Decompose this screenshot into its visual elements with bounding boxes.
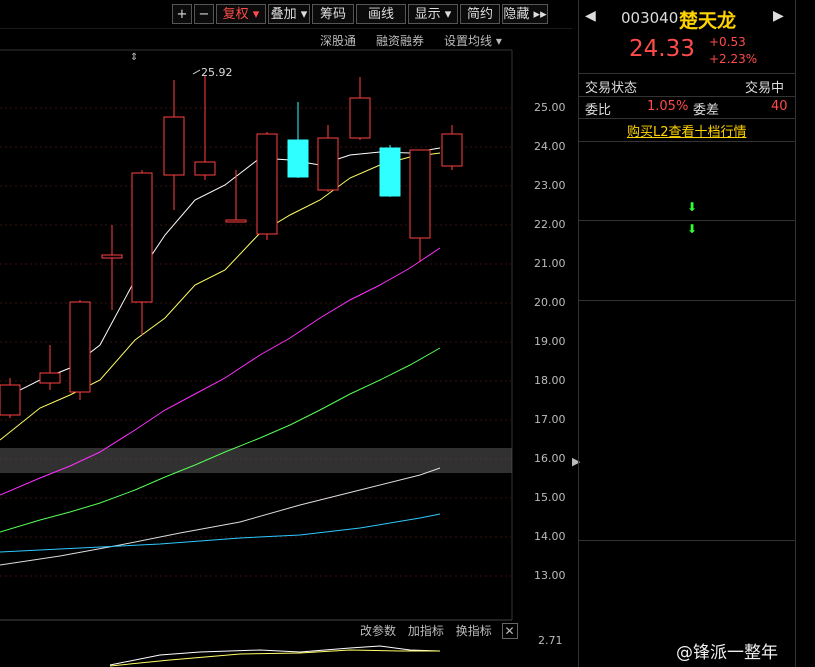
add-indicator-button[interactable]: 加指标 [408, 624, 444, 638]
weibi-label: 委比 [585, 103, 612, 118]
candle [349, 97, 371, 139]
weicha-value: 40 [771, 99, 788, 114]
price-tick-label: 23.00 [534, 179, 566, 192]
hide-panel-button[interactable]: 隐藏 ▸▸ [502, 4, 548, 24]
candle [194, 161, 216, 176]
svg-text:⇕: ⇕ [130, 52, 138, 63]
trade-status-label: 交易状态 [585, 81, 638, 96]
change-indicator-button[interactable]: 换指标 [456, 624, 492, 638]
weibi-value: 1.05% [647, 99, 689, 114]
price-tick-label: 18.00 [534, 374, 566, 387]
price-tick-label: 22.00 [534, 218, 566, 231]
ma120-line [0, 513, 441, 553]
overlay-dropdown[interactable]: 叠加 ▾ [268, 4, 310, 24]
draw-line-button[interactable]: 画线 [356, 4, 406, 24]
candle [256, 133, 278, 235]
stock-code: 003040 [621, 9, 679, 27]
price-tick-label: 17.00 [534, 413, 566, 426]
indicator-axis-label: 2.71 [538, 634, 563, 647]
candle [101, 254, 123, 259]
down-arrow-icon: ⬇ [687, 200, 698, 214]
ma30-line [0, 347, 441, 533]
shengutong-link[interactable]: 深股通 [320, 32, 356, 49]
simple-mode-button[interactable]: 简约 [460, 4, 500, 24]
buy-l2-link[interactable]: 购买L2查看十档行情 [627, 121, 747, 140]
zoom-out-button[interactable]: − [194, 4, 214, 24]
candle [409, 149, 431, 239]
price-tick-label: 25.00 [534, 101, 566, 114]
price-tick-label: 21.00 [534, 257, 566, 270]
price-tick-label: 24.00 [534, 140, 566, 153]
indicator-line [109, 645, 441, 666]
last-price: 24.33 [629, 36, 695, 62]
chart-toolbar: + − 复权 ▾ 叠加 ▾ 筹码 画线 显示 ▾ 简约 隐藏 ▸▸ [0, 0, 572, 28]
candle [69, 301, 91, 393]
price-change-pct: +2.23% [709, 52, 758, 66]
candle [0, 384, 21, 416]
candle [39, 372, 61, 384]
candle [163, 116, 185, 176]
price-tick-label: 14.00 [534, 530, 566, 543]
candle [317, 137, 339, 191]
quote-panel: ◀ 003040 楚天龙 ▶ 24.33 +0.53 +2.23% 交易状态 交… [578, 0, 795, 667]
chart-subbar: 深股通 融资融券 设置均线 ▾ [0, 28, 512, 50]
weicha-label: 委差 [693, 103, 720, 118]
ma60-line [0, 467, 441, 566]
price-tick-label: 15.00 [534, 491, 566, 504]
down-arrow-icon: ⬇ [687, 222, 698, 236]
candle [379, 147, 401, 197]
candle [287, 139, 309, 178]
adjust-price-dropdown[interactable]: 复权 ▾ [216, 4, 266, 24]
candle [131, 172, 153, 303]
side-strip [795, 0, 815, 667]
next-stock-arrow-icon[interactable]: ▶ [773, 8, 784, 24]
chips-button[interactable]: 筹码 [312, 4, 354, 24]
ma-settings-dropdown[interactable]: 设置均线 ▾ [444, 32, 502, 49]
ma10-line [0, 152, 441, 441]
candle [441, 133, 463, 167]
kline-chart[interactable]: 25.92 ⇕ [0, 0, 572, 667]
price-tick-label: 19.00 [534, 335, 566, 348]
prev-stock-arrow-icon[interactable]: ◀ [585, 8, 596, 24]
close-indicator-icon[interactable]: ✕ [501, 623, 518, 639]
edit-params-button[interactable]: 改参数 [360, 624, 396, 638]
stock-name: 楚天龙 [679, 10, 737, 32]
price-tick-label: 16.00 [534, 452, 566, 465]
high-annotation: 25.92 [201, 66, 233, 79]
margin-trading-link[interactable]: 融资融券 [376, 32, 424, 49]
watermark-text: @锋派一整年 [676, 643, 778, 663]
trade-status-value: 交易中 [745, 81, 785, 96]
price-tick-label: 13.00 [534, 569, 566, 582]
candle [225, 219, 247, 223]
display-dropdown[interactable]: 显示 ▾ [408, 4, 458, 24]
price-change: +0.53 [709, 35, 746, 49]
zoom-in-button[interactable]: + [172, 4, 192, 24]
price-tick-label: 20.00 [534, 296, 566, 309]
